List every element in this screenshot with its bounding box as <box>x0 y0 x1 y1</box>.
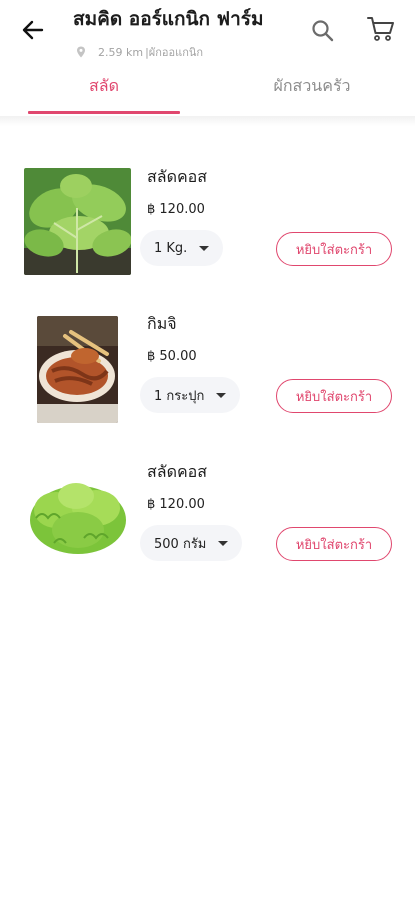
product-price: ฿ 50.00 <box>147 349 197 364</box>
search-icon <box>312 20 334 42</box>
back-button[interactable] <box>18 16 48 44</box>
tab-salad[interactable]: สลัด <box>14 64 194 114</box>
product-card: สลัดคอส ฿ 120.00 1 Kg. หยิบใส่ตะกร้า <box>0 165 415 295</box>
page-title: สมคิด ออร์แกนิก ฟาร์ม <box>73 8 264 30</box>
cart-button[interactable] <box>366 14 396 44</box>
product-name: กิมจิ <box>147 314 177 333</box>
caret-down-icon <box>216 392 227 398</box>
caret-down-icon <box>218 540 229 546</box>
search-button[interactable] <box>310 18 336 44</box>
product-name: สลัดคอส <box>147 462 208 481</box>
location-pin-icon <box>76 46 86 58</box>
active-tab-indicator <box>28 111 180 114</box>
product-image-green-oak-lettuce[interactable] <box>24 468 131 562</box>
arrow-left-icon <box>22 20 44 40</box>
product-image-kimchi[interactable] <box>37 316 118 423</box>
unit-select-value: 1 กระปุก <box>154 388 205 404</box>
store-distance: 2.59 km <box>98 45 144 59</box>
tab-kitchen-garden-vegetables[interactable]: ผักสวนครัว <box>222 64 402 114</box>
product-card: กิมจิ ฿ 50.00 1 กระปุก หยิบใส่ตะกร้า <box>0 312 415 442</box>
product-price: ฿ 120.00 <box>147 497 205 512</box>
unit-select-value: 1 Kg. <box>154 240 188 256</box>
product-price: ฿ 120.00 <box>147 202 205 217</box>
add-to-cart-button[interactable]: หยิบใส่ตะกร้า <box>276 379 392 413</box>
category-tabs: สลัด ผักสวนครัว <box>0 64 415 116</box>
unit-select[interactable]: 1 Kg. <box>140 230 224 266</box>
product-name: สลัดคอส <box>147 167 208 186</box>
tabs-divider <box>0 116 415 126</box>
unit-select[interactable]: 500 กรัม <box>140 525 243 561</box>
unit-select[interactable]: 1 กระปุก <box>140 377 241 413</box>
caret-down-icon <box>199 245 210 251</box>
add-to-cart-button[interactable]: หยิบใส่ตะกร้า <box>276 232 392 266</box>
store-info: 2.59 km | ผักออแกนิก <box>76 43 203 61</box>
add-to-cart-button[interactable]: หยิบใส่ตะกร้า <box>276 527 392 561</box>
product-card: สลัดคอส ฿ 120.00 500 กรัม หยิบใส่ตะกร้า <box>0 460 415 590</box>
store-category: ผักออแกนิก <box>148 46 204 59</box>
app-header: สมคิด ออร์แกนิก ฟาร์ม 2.59 km | ผักออแกน… <box>0 0 415 60</box>
unit-select-value: 500 กรัม <box>154 536 207 552</box>
product-image-romaine-lettuce[interactable] <box>24 168 131 275</box>
shopping-cart-icon <box>367 17 394 41</box>
